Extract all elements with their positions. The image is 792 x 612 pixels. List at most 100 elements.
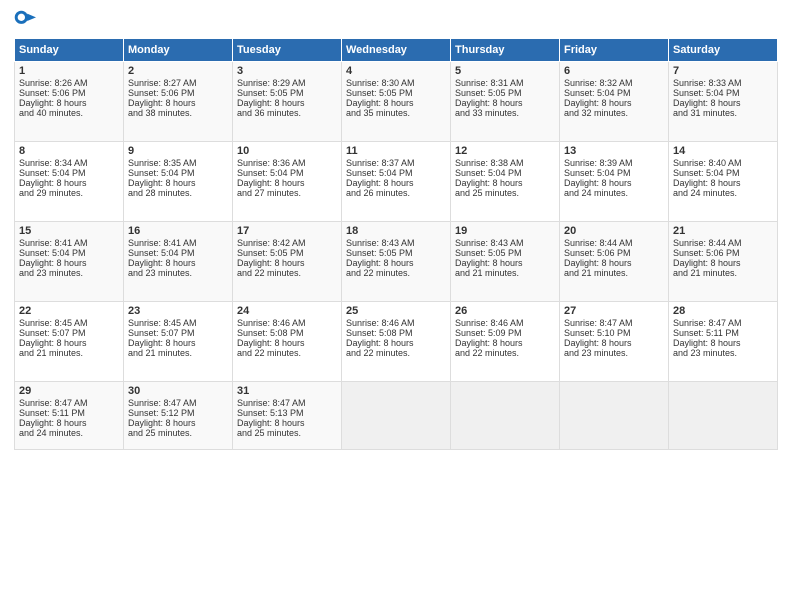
calendar-cell (451, 382, 560, 450)
calendar-week-3: 15Sunrise: 8:41 AMSunset: 5:04 PMDayligh… (15, 222, 778, 302)
calendar-cell: 8Sunrise: 8:34 AMSunset: 5:04 PMDaylight… (15, 142, 124, 222)
day-number: 31 (237, 385, 337, 397)
day-info-line: Sunrise: 8:47 AM (564, 318, 664, 328)
day-info-line: Sunset: 5:05 PM (237, 88, 337, 98)
day-info-line: Daylight: 8 hours (455, 338, 555, 348)
day-info-line: and 29 minutes. (19, 188, 119, 198)
day-info-line: Daylight: 8 hours (673, 338, 773, 348)
day-number: 17 (237, 225, 337, 237)
day-number: 12 (455, 145, 555, 157)
calendar-header-row: SundayMondayTuesdayWednesdayThursdayFrid… (15, 39, 778, 62)
day-number: 13 (564, 145, 664, 157)
day-info-line: Sunrise: 8:29 AM (237, 78, 337, 88)
day-info-line: and 22 minutes. (237, 268, 337, 278)
day-info-line: Sunrise: 8:39 AM (564, 158, 664, 168)
logo (14, 10, 40, 32)
day-info-line: Sunset: 5:13 PM (237, 408, 337, 418)
day-info-line: and 33 minutes. (455, 108, 555, 118)
calendar-cell: 21Sunrise: 8:44 AMSunset: 5:06 PMDayligh… (669, 222, 778, 302)
day-info-line: Sunset: 5:04 PM (237, 168, 337, 178)
day-info-line: Sunrise: 8:44 AM (673, 238, 773, 248)
day-number: 7 (673, 65, 773, 77)
day-info-line: Sunset: 5:12 PM (128, 408, 228, 418)
day-info-line: Daylight: 8 hours (19, 178, 119, 188)
day-info-line: Daylight: 8 hours (673, 178, 773, 188)
calendar-cell: 14Sunrise: 8:40 AMSunset: 5:04 PMDayligh… (669, 142, 778, 222)
day-info-line: Daylight: 8 hours (346, 338, 446, 348)
calendar-header-friday: Friday (560, 39, 669, 62)
day-info-line: Sunset: 5:05 PM (237, 248, 337, 258)
day-info-line: Daylight: 8 hours (564, 258, 664, 268)
day-info-line: and 25 minutes. (128, 428, 228, 438)
calendar-cell: 19Sunrise: 8:43 AMSunset: 5:05 PMDayligh… (451, 222, 560, 302)
day-info-line: Sunset: 5:05 PM (346, 88, 446, 98)
day-number: 25 (346, 305, 446, 317)
day-number: 23 (128, 305, 228, 317)
day-info-line: Sunset: 5:08 PM (346, 328, 446, 338)
calendar-cell: 18Sunrise: 8:43 AMSunset: 5:05 PMDayligh… (342, 222, 451, 302)
calendar-cell: 28Sunrise: 8:47 AMSunset: 5:11 PMDayligh… (669, 302, 778, 382)
calendar-cell: 26Sunrise: 8:46 AMSunset: 5:09 PMDayligh… (451, 302, 560, 382)
day-info-line: Daylight: 8 hours (673, 258, 773, 268)
day-info-line: Daylight: 8 hours (19, 98, 119, 108)
day-info-line: and 22 minutes. (455, 348, 555, 358)
day-info-line: Sunrise: 8:32 AM (564, 78, 664, 88)
calendar-header-monday: Monday (124, 39, 233, 62)
calendar-cell: 7Sunrise: 8:33 AMSunset: 5:04 PMDaylight… (669, 62, 778, 142)
day-info-line: Sunset: 5:04 PM (673, 88, 773, 98)
day-number: 9 (128, 145, 228, 157)
day-info-line: Sunrise: 8:43 AM (455, 238, 555, 248)
day-info-line: Sunset: 5:04 PM (346, 168, 446, 178)
day-number: 22 (19, 305, 119, 317)
day-info-line: Sunset: 5:04 PM (128, 248, 228, 258)
day-number: 6 (564, 65, 664, 77)
calendar-cell: 5Sunrise: 8:31 AMSunset: 5:05 PMDaylight… (451, 62, 560, 142)
day-info-line: Daylight: 8 hours (673, 98, 773, 108)
day-number: 4 (346, 65, 446, 77)
day-number: 16 (128, 225, 228, 237)
day-info-line: Sunset: 5:05 PM (455, 248, 555, 258)
day-info-line: and 21 minutes. (673, 268, 773, 278)
day-info-line: Sunrise: 8:41 AM (19, 238, 119, 248)
day-info-line: Sunset: 5:05 PM (455, 88, 555, 98)
calendar-cell: 22Sunrise: 8:45 AMSunset: 5:07 PMDayligh… (15, 302, 124, 382)
day-info-line: and 22 minutes. (346, 348, 446, 358)
day-info-line: Sunrise: 8:41 AM (128, 238, 228, 248)
day-info-line: and 21 minutes. (19, 348, 119, 358)
day-info-line: Sunrise: 8:46 AM (346, 318, 446, 328)
day-info-line: Sunrise: 8:35 AM (128, 158, 228, 168)
day-info-line: Sunset: 5:08 PM (237, 328, 337, 338)
calendar-cell: 3Sunrise: 8:29 AMSunset: 5:05 PMDaylight… (233, 62, 342, 142)
day-info-line: Daylight: 8 hours (455, 258, 555, 268)
page: SundayMondayTuesdayWednesdayThursdayFrid… (0, 0, 792, 612)
day-info-line: Sunset: 5:04 PM (19, 168, 119, 178)
day-info-line: Daylight: 8 hours (128, 178, 228, 188)
day-info-line: Daylight: 8 hours (237, 418, 337, 428)
day-info-line: Sunrise: 8:47 AM (237, 398, 337, 408)
calendar-cell: 29Sunrise: 8:47 AMSunset: 5:11 PMDayligh… (15, 382, 124, 450)
calendar-table: SundayMondayTuesdayWednesdayThursdayFrid… (14, 38, 778, 450)
day-info-line: Sunrise: 8:47 AM (128, 398, 228, 408)
day-info-line: Daylight: 8 hours (19, 258, 119, 268)
day-number: 5 (455, 65, 555, 77)
day-info-line: and 23 minutes. (19, 268, 119, 278)
calendar-week-5: 29Sunrise: 8:47 AMSunset: 5:11 PMDayligh… (15, 382, 778, 450)
day-info-line: Sunset: 5:07 PM (128, 328, 228, 338)
day-info-line: Sunrise: 8:33 AM (673, 78, 773, 88)
day-number: 18 (346, 225, 446, 237)
calendar-cell: 10Sunrise: 8:36 AMSunset: 5:04 PMDayligh… (233, 142, 342, 222)
day-info-line: Sunrise: 8:30 AM (346, 78, 446, 88)
day-info-line: and 23 minutes. (564, 348, 664, 358)
day-info-line: and 38 minutes. (128, 108, 228, 118)
day-info-line: and 23 minutes. (128, 268, 228, 278)
day-info-line: Sunset: 5:09 PM (455, 328, 555, 338)
day-info-line: Daylight: 8 hours (237, 98, 337, 108)
day-info-line: Sunrise: 8:47 AM (673, 318, 773, 328)
day-number: 26 (455, 305, 555, 317)
calendar-cell: 31Sunrise: 8:47 AMSunset: 5:13 PMDayligh… (233, 382, 342, 450)
calendar-cell: 25Sunrise: 8:46 AMSunset: 5:08 PMDayligh… (342, 302, 451, 382)
day-info-line: Sunset: 5:11 PM (673, 328, 773, 338)
day-info-line: Sunrise: 8:46 AM (455, 318, 555, 328)
day-info-line: Sunset: 5:04 PM (564, 88, 664, 98)
day-info-line: Sunset: 5:06 PM (564, 248, 664, 258)
